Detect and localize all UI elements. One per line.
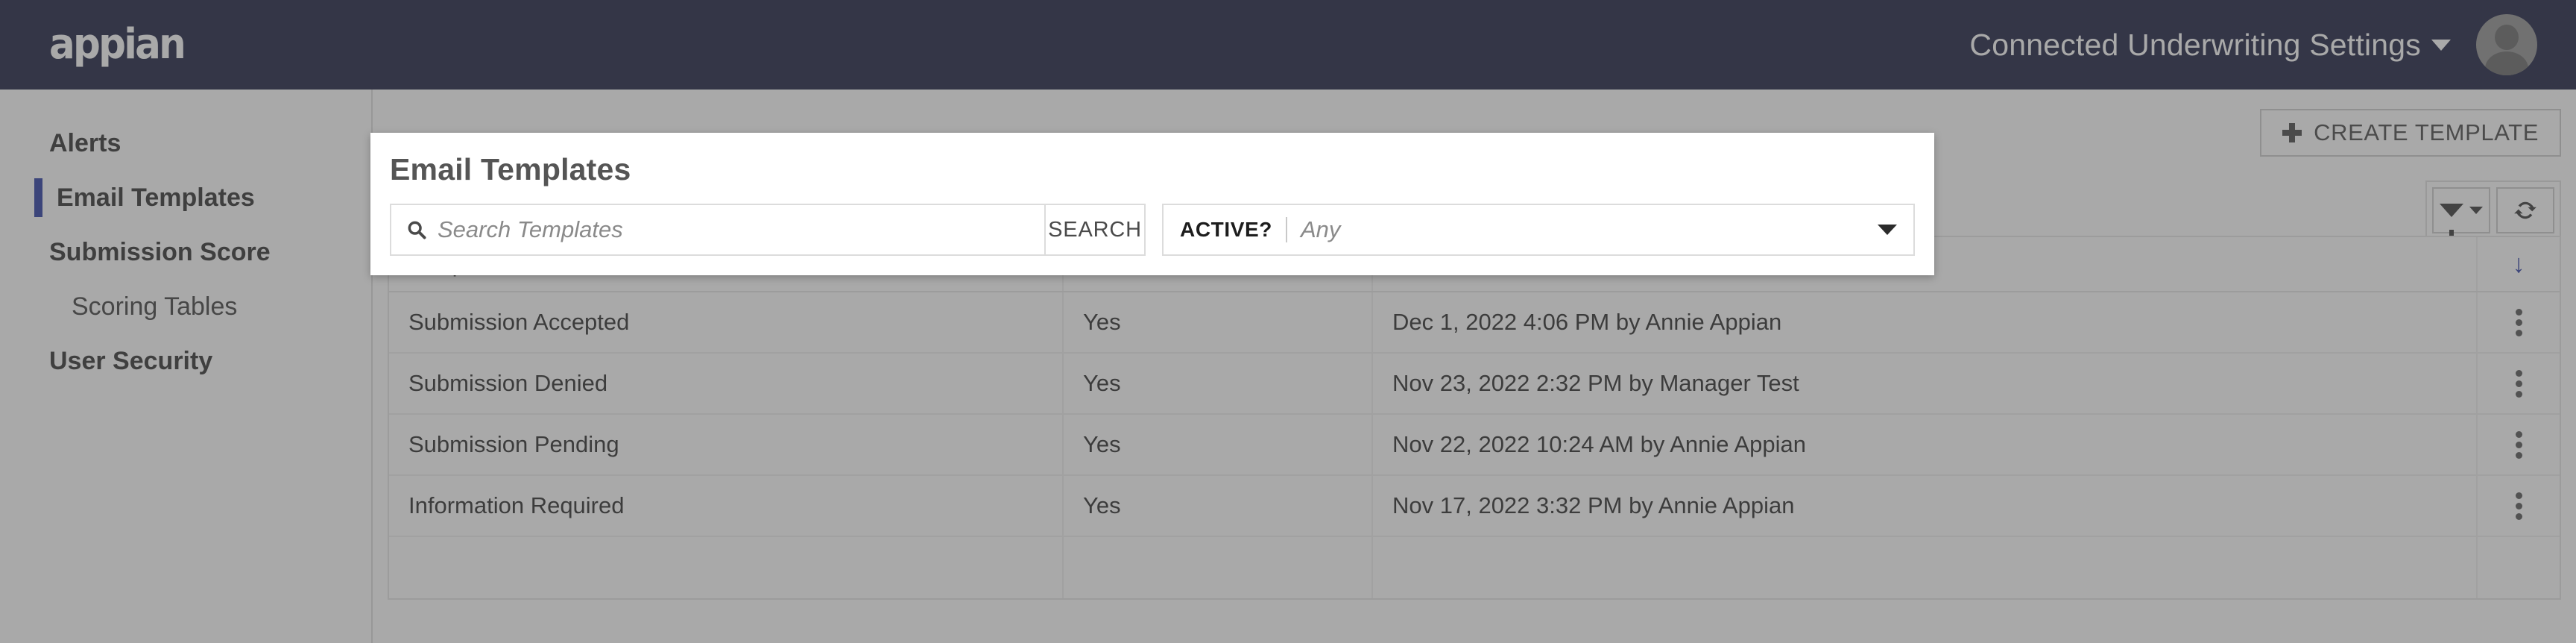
active-filter-value: Any	[1300, 216, 1341, 242]
active-filter-label: ACTIVE?	[1180, 218, 1272, 241]
search-icon	[408, 221, 426, 239]
chevron-down-icon	[1878, 225, 1897, 235]
divider	[1285, 217, 1287, 242]
email-templates-dialog: Email Templates SEARCH ACTIVE? Any	[370, 133, 1934, 275]
modal-backdrop-overlay[interactable]	[0, 0, 2576, 643]
search-button[interactable]: SEARCH	[1046, 204, 1146, 256]
search-box[interactable]	[390, 204, 1046, 256]
active-filter-dropdown[interactable]: ACTIVE? Any	[1162, 204, 1915, 256]
page-title: Email Templates	[390, 152, 631, 186]
search-group: SEARCH	[390, 204, 1146, 256]
search-input[interactable]	[438, 216, 1029, 243]
dialog-controls: SEARCH ACTIVE? Any	[390, 204, 1915, 275]
app-root: appian Connected Underwriting Settings A…	[0, 0, 2576, 643]
